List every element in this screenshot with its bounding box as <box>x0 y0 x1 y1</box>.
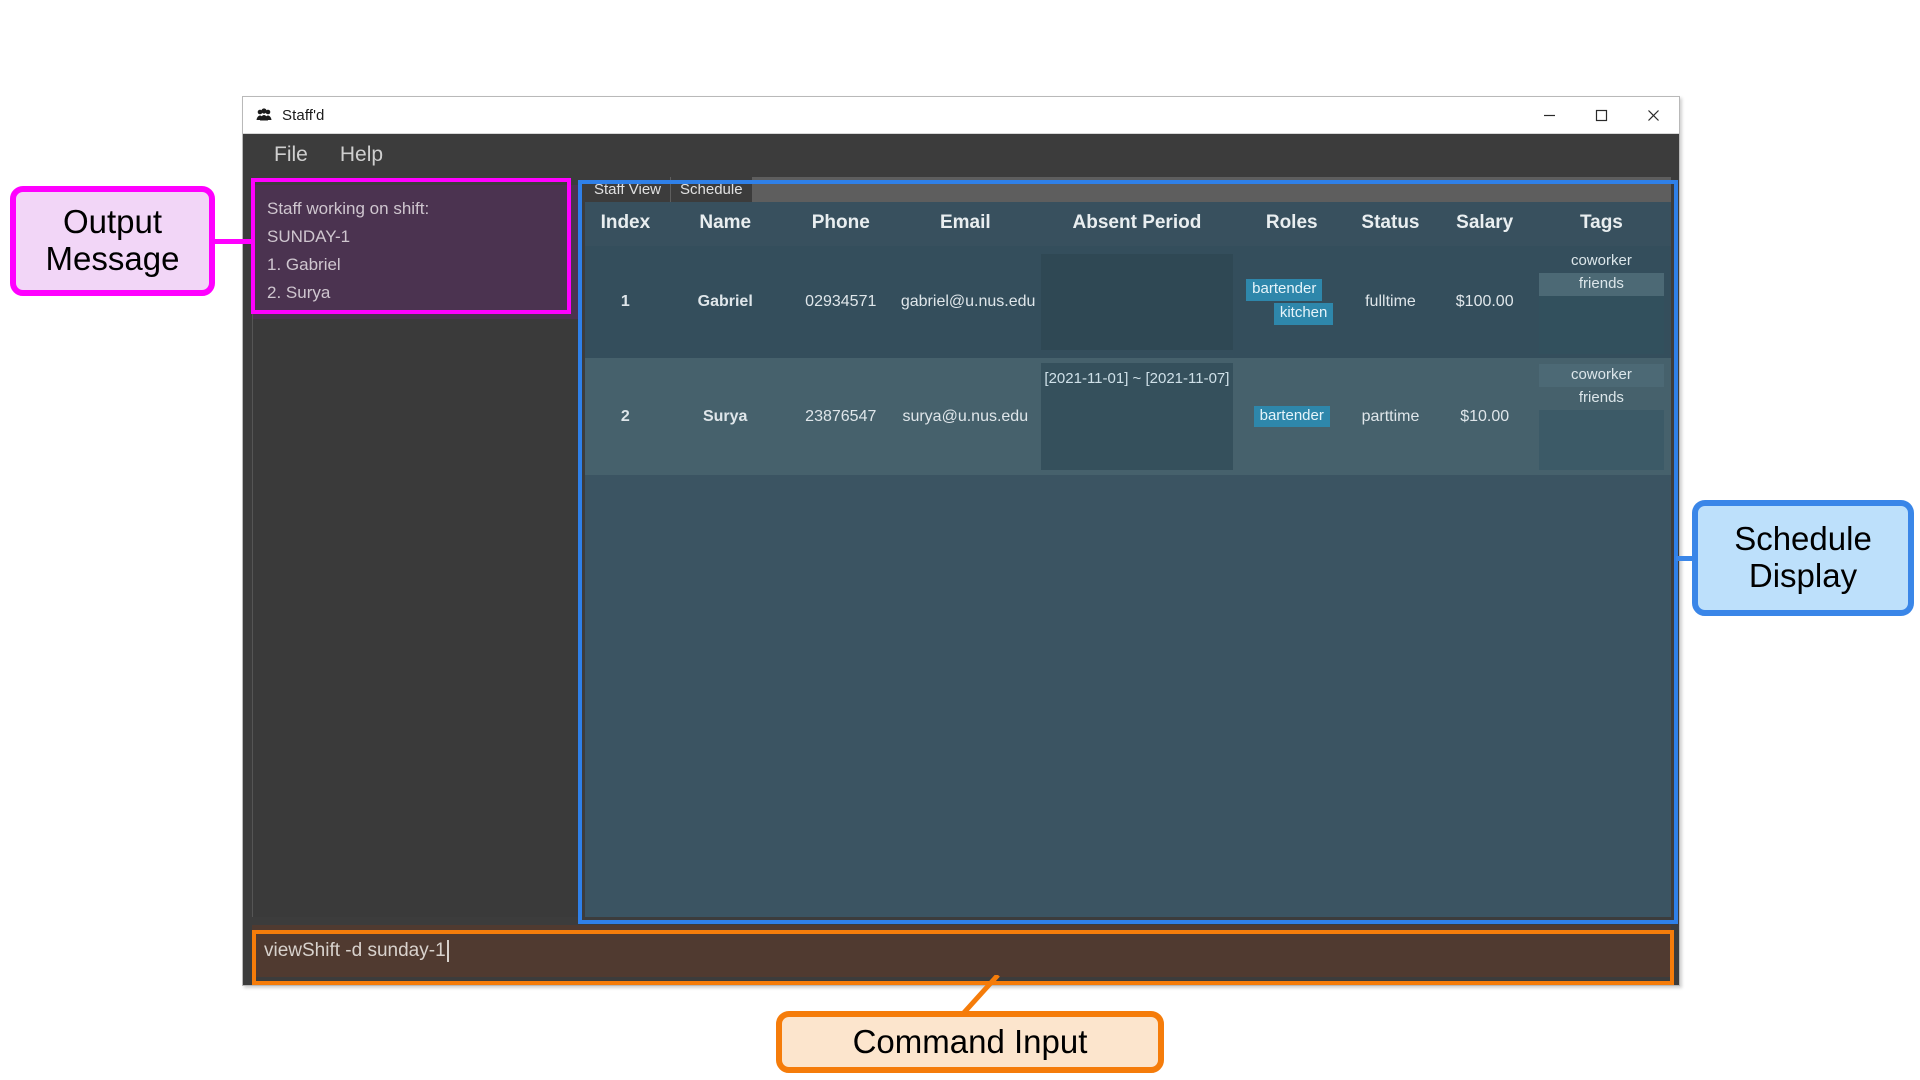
cell-index: 1 <box>585 246 666 358</box>
cell-salary: $10.00 <box>1437 358 1532 475</box>
table-row[interactable]: 1 Gabriel 02934571 gabriel@u.nus.edu bar… <box>585 246 1671 358</box>
absent-period-value: [2021-11-01] ~ [2021-11-07] <box>1040 363 1234 470</box>
cell-salary: $100.00 <box>1437 246 1532 358</box>
tab-staff-view[interactable]: Staff View <box>585 177 671 202</box>
tab-area: Staff View Schedule Index Name Phone Ema… <box>585 177 1671 917</box>
tags-list: coworker friends <box>1538 250 1664 354</box>
menu-bar: File Help <box>243 134 1679 176</box>
column-header-salary[interactable]: Salary <box>1437 202 1532 246</box>
command-input[interactable]: viewShift -d sunday-1 <box>252 925 1671 977</box>
callout-output-message: Output Message <box>10 186 215 296</box>
cell-email: gabriel@u.nus.edu <box>896 246 1035 358</box>
menu-item-file[interactable]: File <box>261 141 321 169</box>
column-header-status[interactable]: Status <box>1343 202 1438 246</box>
cell-phone: 02934571 <box>784 246 897 358</box>
title-bar: Staff'd <box>243 97 1679 134</box>
tags-filler <box>1538 296 1664 354</box>
cell-tags: coworker friends <box>1531 358 1671 475</box>
role-chip: kitchen <box>1273 303 1334 325</box>
table-row[interactable]: 2 Surya 23876547 surya@u.nus.edu [2021-1… <box>585 358 1671 475</box>
minimize-button[interactable] <box>1523 97 1575 134</box>
window-title: Staff'd <box>282 106 325 124</box>
application-window: Staff'd File Help Staff working on shift… <box>242 96 1680 986</box>
tags-list: coworker friends <box>1538 363 1664 470</box>
role-chip: bartender <box>1246 279 1323 301</box>
tag-item: friends <box>1538 273 1664 296</box>
cell-name: Gabriel <box>665 246 785 358</box>
cell-roles: bartender kitchen <box>1240 246 1344 358</box>
cell-name: Surya <box>665 358 785 475</box>
table-header-row: Index Name Phone Email Absent Period Rol… <box>585 202 1671 246</box>
absent-period-value <box>1040 254 1234 350</box>
tag-item: coworker <box>1538 363 1664 387</box>
column-header-email[interactable]: Email <box>896 202 1034 246</box>
output-line: Staff working on shift: <box>267 199 430 218</box>
maximize-button[interactable] <box>1575 97 1627 134</box>
window-body: Staff working on shift: SUNDAY-1 1. Gabr… <box>243 177 1679 985</box>
app-icon <box>255 106 273 124</box>
screenshot-root: Staff'd File Help Staff working on shift… <box>0 0 1920 1080</box>
callout-leader-line <box>215 239 255 244</box>
cell-absent-period: [2021-11-01] ~ [2021-11-07] <box>1033 358 1241 475</box>
tab-schedule[interactable]: Schedule <box>671 177 753 202</box>
column-header-index[interactable]: Index <box>585 202 666 246</box>
close-button[interactable] <box>1627 97 1679 134</box>
output-line: 2. Surya <box>267 283 331 303</box>
column-header-absent-period[interactable]: Absent Period <box>1033 202 1241 246</box>
callout-command-input: Command Input <box>776 1011 1164 1073</box>
cell-roles: bartender <box>1240 358 1344 475</box>
staff-table: Index Name Phone Email Absent Period Rol… <box>585 202 1671 475</box>
column-header-phone[interactable]: Phone <box>784 202 897 246</box>
command-input-value: viewShift -d sunday-1 <box>264 940 446 961</box>
schedule-display-panel: Index Name Phone Email Absent Period Rol… <box>585 202 1671 917</box>
window-controls <box>1523 97 1679 134</box>
callout-schedule-display: Schedule Display <box>1692 500 1914 616</box>
tag-item: friends <box>1578 388 1624 406</box>
text-caret <box>446 940 449 962</box>
cell-status: parttime <box>1343 358 1438 475</box>
cell-status: fulltime <box>1343 246 1438 358</box>
roles-list: bartender kitchen <box>1244 279 1339 325</box>
column-header-roles[interactable]: Roles <box>1240 202 1344 246</box>
menu-item-help[interactable]: Help <box>327 141 396 169</box>
output-line: SUNDAY-1 <box>267 227 351 247</box>
cell-email: surya@u.nus.edu <box>896 358 1034 475</box>
role-chip: bartender <box>1253 405 1330 428</box>
column-header-tags[interactable]: Tags <box>1531 202 1671 246</box>
cell-absent-period <box>1033 246 1241 358</box>
tags-filler <box>1538 409 1664 470</box>
tag-item: coworker <box>1570 252 1632 269</box>
result-display-pane: Staff working on shift: SUNDAY-1 1. Gabr… <box>252 185 579 917</box>
cell-index: 2 <box>585 358 666 475</box>
output-message-box: Staff working on shift: SUNDAY-1 1. Gabr… <box>253 185 579 319</box>
tab-strip: Staff View Schedule <box>585 177 1671 202</box>
roles-list: bartender <box>1244 405 1339 428</box>
column-header-name[interactable]: Name <box>665 202 785 246</box>
cell-phone: 23876547 <box>784 358 897 475</box>
cell-tags: coworker friends <box>1531 246 1671 358</box>
output-line: 1. Gabriel <box>267 255 341 275</box>
